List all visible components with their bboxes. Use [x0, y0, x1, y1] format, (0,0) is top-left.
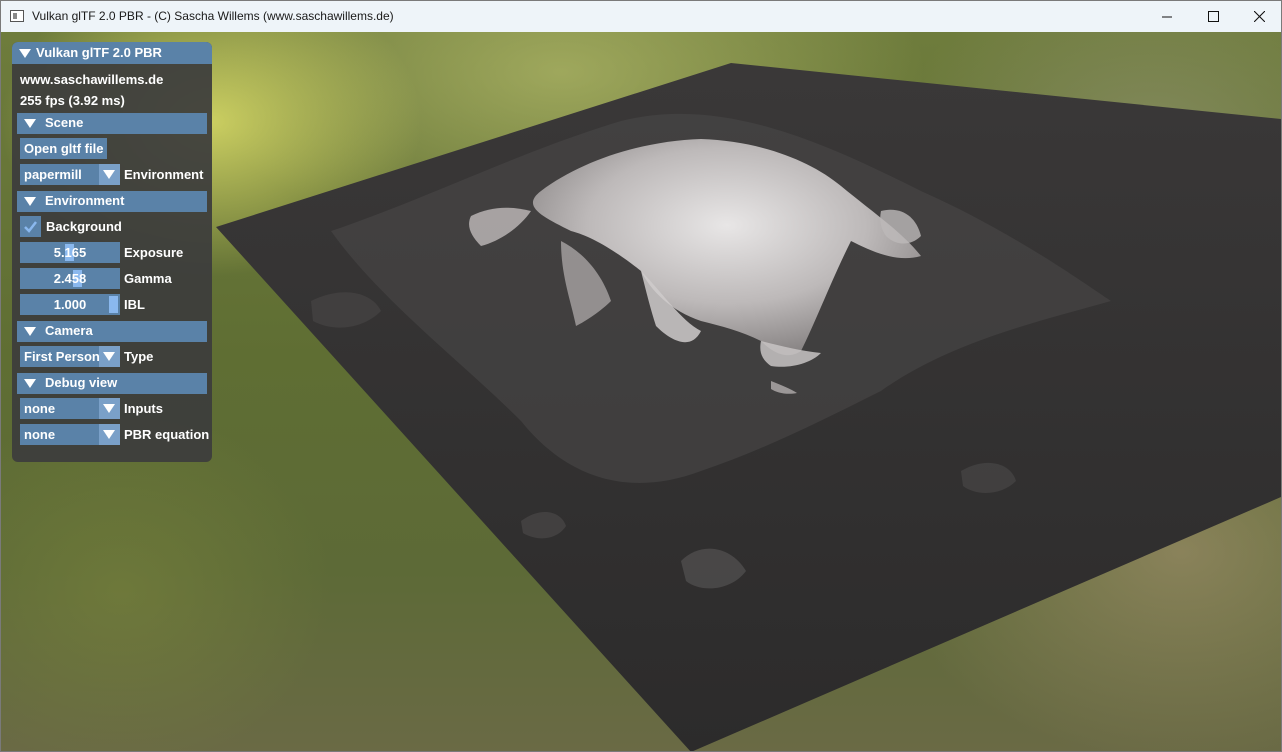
- maximize-icon: [1207, 11, 1219, 22]
- close-button[interactable]: [1236, 1, 1281, 32]
- environment-label: Environment: [124, 167, 204, 182]
- camera-type-combo[interactable]: First Person: [20, 346, 120, 367]
- section-camera-label: Camera: [45, 323, 93, 338]
- dropdown-arrow[interactable]: [99, 398, 120, 419]
- chevron-down-icon: [103, 430, 115, 439]
- gamma-label: Gamma: [124, 271, 172, 286]
- debug-inputs-value: none: [24, 401, 56, 416]
- environment-combo-value: papermill: [24, 167, 82, 182]
- open-gltf-button[interactable]: Open gltf file: [20, 138, 108, 159]
- debug-inputs-label: Inputs: [124, 401, 163, 416]
- debug-pbr-label: PBR equation: [124, 427, 210, 442]
- debug-inputs-combo[interactable]: none: [20, 398, 120, 419]
- debug-pbr-combo[interactable]: none: [20, 424, 120, 445]
- section-scene-label: Scene: [45, 115, 84, 130]
- maximize-button[interactable]: [1190, 1, 1236, 32]
- app-window-icon: [10, 10, 24, 22]
- exposure-value: 5.165: [53, 245, 87, 260]
- chevron-down-icon: [103, 404, 115, 413]
- expand-triangle-icon: [24, 379, 36, 388]
- gamma-value: 2.458: [53, 271, 87, 286]
- ibl-slider[interactable]: 1.000: [20, 294, 120, 315]
- imgui-settings-panel[interactable]: Vulkan glTF 2.0 PBR www.saschawillems.de…: [12, 42, 212, 462]
- gamma-slider[interactable]: 2.458: [20, 268, 120, 289]
- background-checkbox[interactable]: [20, 216, 41, 237]
- panel-title: Vulkan glTF 2.0 PBR: [36, 45, 162, 60]
- chevron-down-icon: [103, 352, 115, 361]
- exposure-slider[interactable]: 5.165: [20, 242, 120, 263]
- expand-triangle-icon: [24, 327, 36, 336]
- close-icon: [1253, 11, 1265, 22]
- section-scene[interactable]: Scene: [17, 113, 207, 134]
- fps-counter: 255 fps (3.92 ms): [20, 93, 125, 108]
- minimize-button[interactable]: [1144, 1, 1190, 32]
- panel-header[interactable]: Vulkan glTF 2.0 PBR: [12, 42, 212, 64]
- camera-type-label: Type: [124, 349, 154, 364]
- app-window: Vulkan glTF 2.0 PBR - (C) Sascha Willems…: [0, 0, 1282, 752]
- title-bar[interactable]: Vulkan glTF 2.0 PBR - (C) Sascha Willems…: [1, 1, 1281, 32]
- section-debug-label: Debug view: [45, 375, 118, 390]
- background-label: Background: [46, 219, 122, 234]
- section-environment[interactable]: Environment: [17, 191, 207, 212]
- section-camera[interactable]: Camera: [17, 321, 207, 342]
- debug-pbr-value: none: [24, 427, 56, 442]
- minimize-icon: [1162, 16, 1172, 17]
- expand-triangle-icon: [24, 119, 36, 128]
- check-icon: [24, 221, 37, 233]
- website-text: www.saschawillems.de: [20, 72, 164, 87]
- camera-type-value: First Person: [24, 349, 100, 364]
- chevron-down-icon: [103, 170, 115, 179]
- environment-combo[interactable]: papermill: [20, 164, 120, 185]
- section-debug-view[interactable]: Debug view: [17, 373, 207, 394]
- ibl-value: 1.000: [53, 297, 87, 312]
- expand-triangle-icon: [24, 197, 36, 206]
- window-title: Vulkan glTF 2.0 PBR - (C) Sascha Willems…: [32, 9, 394, 23]
- collapse-triangle-icon: [19, 49, 31, 58]
- dropdown-arrow[interactable]: [99, 346, 120, 367]
- ibl-label: IBL: [124, 297, 145, 312]
- dropdown-arrow[interactable]: [99, 164, 120, 185]
- section-environment-label: Environment: [45, 193, 125, 208]
- exposure-label: Exposure: [124, 245, 184, 260]
- dropdown-arrow[interactable]: [99, 424, 120, 445]
